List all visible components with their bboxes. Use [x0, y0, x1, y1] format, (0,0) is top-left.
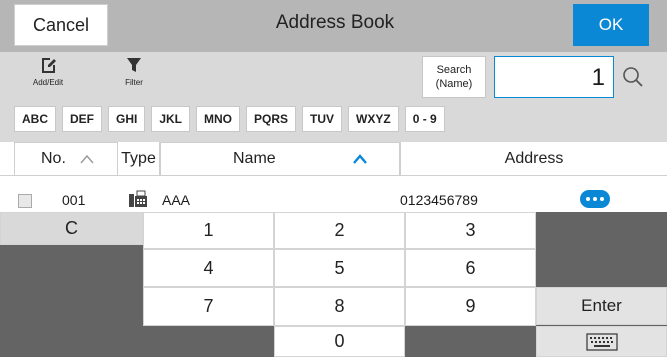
keyboard-toggle-button[interactable] — [536, 326, 667, 357]
column-header-no-label: No. — [41, 150, 66, 167]
column-header-name-label: Name — [233, 150, 276, 167]
column-header-address: Address — [400, 142, 667, 176]
numeric-keypad: C 1 2 3 4 5 6 7 8 9 Enter 0 — [0, 212, 667, 357]
row-checkbox[interactable] — [18, 194, 32, 208]
key-2[interactable]: 2 — [274, 212, 405, 249]
enter-key[interactable]: Enter — [536, 287, 667, 325]
filter-chip-wxyz[interactable]: WXYZ — [348, 106, 399, 132]
column-header-name[interactable]: Name — [160, 142, 400, 176]
key-1[interactable]: 1 — [143, 212, 274, 249]
key-3[interactable]: 3 — [405, 212, 536, 249]
filter-icon — [127, 58, 141, 72]
title-bar: Cancel Address Book OK — [0, 0, 667, 52]
key-0[interactable]: 0 — [274, 326, 405, 357]
sort-active-icon — [352, 154, 367, 164]
filter-chip-0-9[interactable]: 0 - 9 — [404, 106, 445, 132]
key-4[interactable]: 4 — [143, 249, 274, 287]
keyboard-icon — [585, 332, 618, 351]
search-name-button[interactable]: Search (Name) — [422, 56, 486, 98]
toolbar: Add/Edit Filter Search (Name) 1 ABC DEF … — [0, 52, 667, 150]
filter-button[interactable]: Filter — [106, 56, 162, 96]
search-input[interactable]: 1 — [494, 56, 614, 98]
ok-button[interactable]: OK — [573, 4, 649, 46]
clear-key[interactable]: C — [0, 212, 143, 245]
filter-chip-mno[interactable]: MNO — [196, 106, 241, 132]
search-button[interactable] — [618, 60, 648, 94]
more-options-button[interactable] — [580, 190, 610, 208]
filter-chip-def[interactable]: DEF — [62, 106, 102, 132]
fax-icon — [128, 190, 148, 211]
search-icon — [623, 67, 643, 87]
add-edit-label: Add/Edit — [32, 78, 64, 87]
sort-ascending-icon — [80, 154, 94, 164]
search-name-line2: (Name) — [435, 78, 473, 90]
search-name-line1: Search — [436, 64, 472, 76]
key-7[interactable]: 7 — [143, 287, 274, 326]
filter-chip-pqrs[interactable]: PQRS — [246, 106, 297, 132]
key-6[interactable]: 6 — [405, 249, 536, 287]
filter-chip-tuv[interactable]: TUV — [302, 106, 343, 132]
filter-chip-abc[interactable]: ABC — [14, 106, 56, 132]
add-edit-button[interactable]: Add/Edit — [20, 56, 76, 96]
filter-chip-ghi[interactable]: GHI — [108, 106, 146, 132]
column-header-no[interactable]: No. — [14, 142, 118, 176]
row-name: AAA — [162, 192, 191, 208]
row-address: 0123456789 — [400, 192, 478, 208]
index-filter-bar: ABC DEF GHI JKL MNO PQRS TUV WXYZ 0 - 9 — [14, 106, 445, 132]
filter-chip-jkl[interactable]: JKL — [151, 106, 191, 132]
page-title: Address Book — [275, 12, 395, 33]
table-header: No. Type Name Address — [0, 142, 667, 176]
filter-label: Filter — [125, 78, 143, 87]
cancel-button[interactable]: Cancel — [14, 4, 108, 46]
row-number: 001 — [62, 192, 86, 208]
key-9[interactable]: 9 — [405, 287, 536, 326]
key-5[interactable]: 5 — [274, 249, 405, 287]
edit-document-icon — [42, 58, 56, 73]
key-8[interactable]: 8 — [274, 287, 405, 326]
column-header-type: Type — [118, 142, 160, 176]
